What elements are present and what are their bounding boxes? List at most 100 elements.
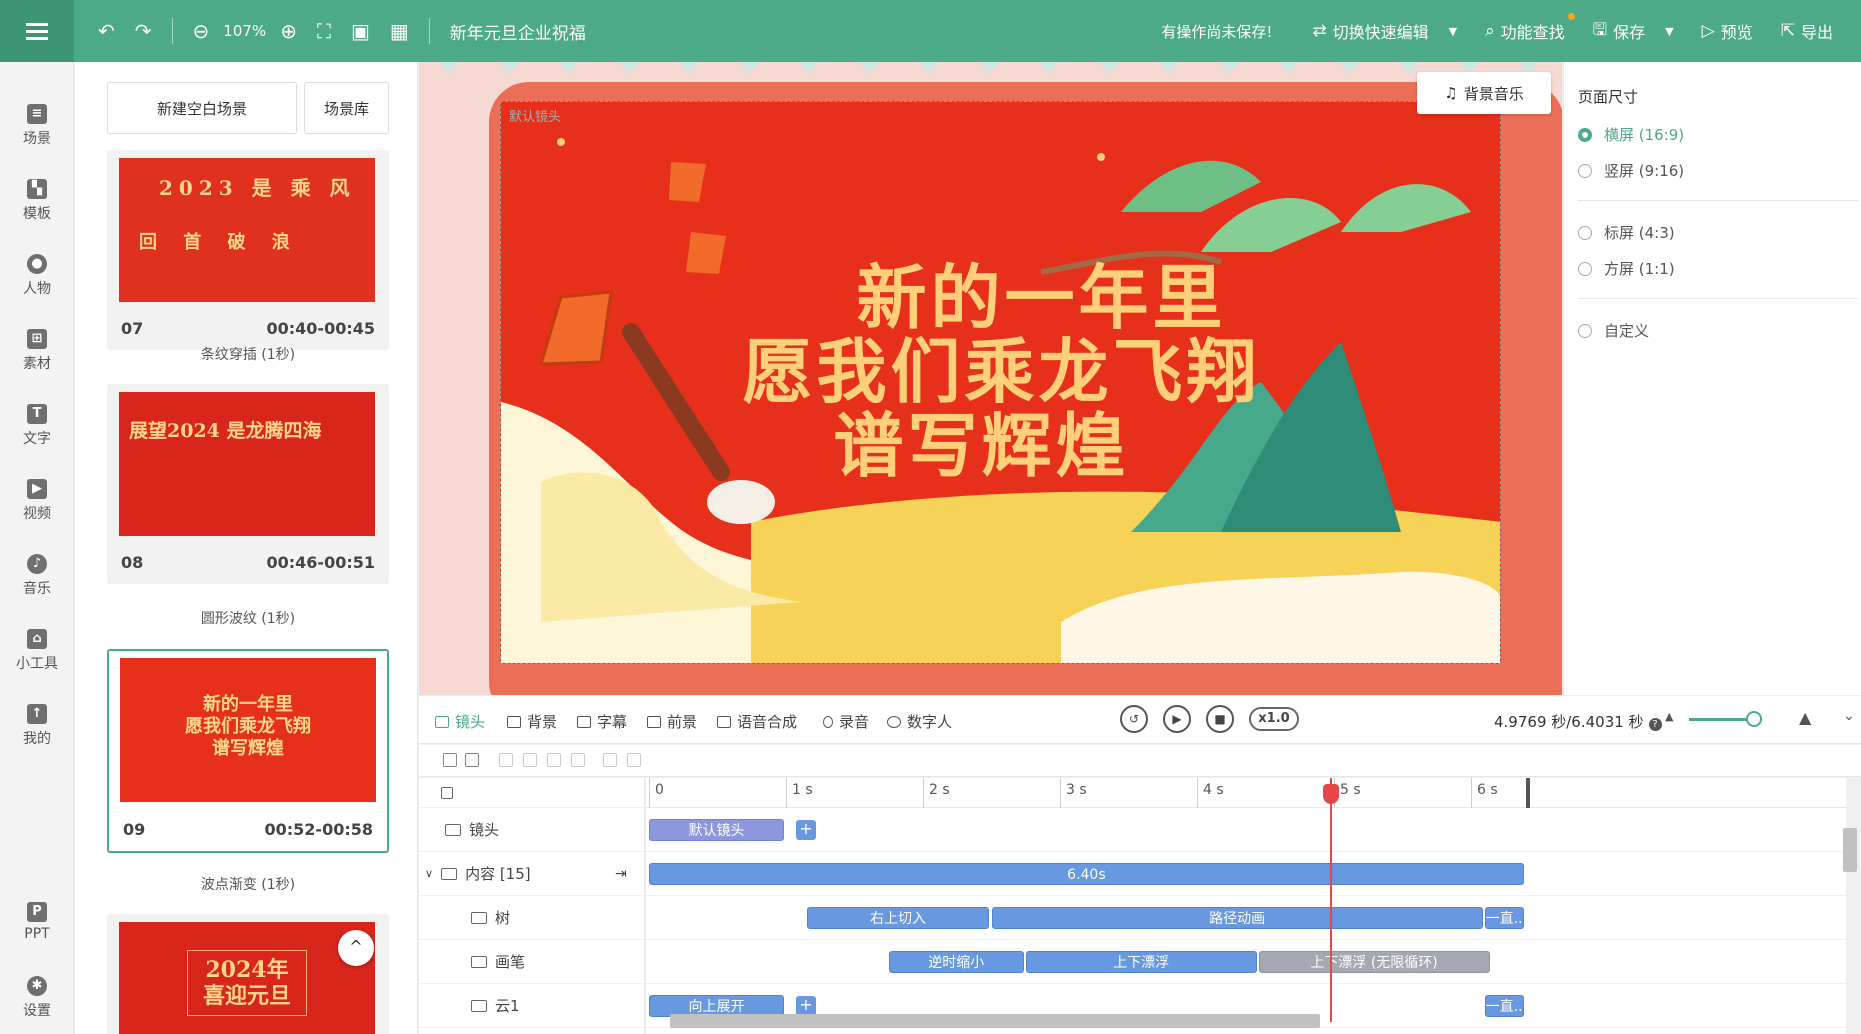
grid-icon[interactable]: ▦: [390, 21, 409, 41]
timeline-clip[interactable]: 上下漂浮: [1025, 951, 1257, 973]
option-landscape[interactable]: 横屏 (16:9): [1578, 124, 1684, 145]
sidebar-item-ppt[interactable]: P PPT: [0, 902, 74, 942]
horizontal-scrollbar[interactable]: [670, 1014, 1320, 1028]
merge-icon[interactable]: [627, 753, 641, 767]
option-custom[interactable]: 自定义: [1578, 320, 1649, 341]
scene-card-active[interactable]: 新的一年里 愿我们乘龙飞翔 谱写辉煌 09 00:52-00:58: [107, 649, 389, 853]
vertical-scrollbar[interactable]: [1843, 828, 1857, 872]
group-icon[interactable]: [465, 753, 479, 767]
scene-transition[interactable]: 波点渐变 (1秒): [107, 874, 389, 894]
video-canvas[interactable]: 默认镜头 新的一年里 愿我们乘龙飞翔 谱写辉煌: [500, 101, 1501, 664]
chevron-down-icon[interactable]: ▼: [1665, 25, 1673, 38]
sidebar-item-tools[interactable]: ⌂ 小工具: [0, 629, 74, 673]
split-icon[interactable]: [603, 753, 617, 767]
track-camera[interactable]: 镜头: [419, 808, 645, 852]
tab-tts[interactable]: 语音合成: [717, 711, 797, 732]
switch-edit-button[interactable]: ⇄ 切换快速编辑: [1312, 19, 1428, 43]
zoom-in-mountain-icon[interactable]: ▲: [1799, 708, 1811, 727]
scene-thumbnail: 2023 是 乘 风 回 首 破 浪: [119, 158, 375, 302]
layout-icon[interactable]: [441, 786, 453, 799]
redo-icon[interactable]: ↷: [135, 21, 152, 41]
track-label: 树: [495, 909, 511, 927]
timeline-clip[interactable]: 路径动画: [991, 907, 1483, 929]
zoom-out-icon[interactable]: ⊖: [193, 21, 210, 41]
help-icon[interactable]: ?: [1648, 718, 1662, 731]
chevron-down-icon[interactable]: ∨: [425, 867, 433, 880]
tab-digital-human[interactable]: 数字人: [887, 711, 952, 732]
tab-background[interactable]: 背景: [507, 711, 557, 732]
add-clip-button[interactable]: +: [796, 996, 816, 1016]
sidebar-item-text[interactable]: T 文字: [0, 404, 74, 448]
export-button[interactable]: ⇱ 导出: [1781, 19, 1833, 43]
stop-button[interactable]: ■: [1206, 705, 1234, 733]
new-blank-scene-button[interactable]: 新建空白场景: [107, 82, 297, 134]
fullscreen-icon[interactable]: ⛶: [317, 21, 331, 41]
feature-search-button[interactable]: ⌕ 功能查找: [1485, 13, 1575, 43]
sidebar-item-video[interactable]: ▶ 视频: [0, 479, 74, 523]
timeline-clip[interactable]: 上下漂浮 (无限循环): [1258, 951, 1490, 973]
save-button[interactable]: 🖫 保存: [1593, 17, 1646, 46]
main-menu-button[interactable]: [0, 0, 74, 62]
playhead-line[interactable]: [1329, 778, 1332, 1022]
upload-icon: ↑: [27, 704, 47, 724]
timeline-end-marker[interactable]: [1526, 778, 1531, 808]
timeline-clip[interactable]: 一直...: [1484, 907, 1524, 929]
timeline-clip[interactable]: 逆时缩小: [888, 951, 1024, 973]
replay-button[interactable]: ↺: [1120, 705, 1148, 733]
option-square[interactable]: 方屏 (1:1): [1578, 258, 1675, 279]
scene-transition[interactable]: 条纹穿插 (1秒): [107, 344, 389, 364]
play-button[interactable]: ▶: [1163, 705, 1191, 733]
option-standard[interactable]: 标屏 (4:3): [1578, 222, 1675, 243]
align-center-icon[interactable]: [523, 753, 537, 767]
track-brush[interactable]: 画笔: [419, 940, 645, 984]
option-portrait[interactable]: 竖屏 (9:16): [1578, 160, 1684, 181]
collapse-timeline-icon[interactable]: ⌄: [1843, 708, 1855, 724]
align-right-icon[interactable]: [547, 753, 561, 767]
sidebar-item-scene[interactable]: ≡ 场景: [0, 104, 74, 148]
track-cloud[interactable]: 云1: [419, 984, 645, 1028]
divider: [1578, 200, 1858, 201]
scene-transition[interactable]: 圆形波纹 (1秒): [107, 608, 389, 628]
zoom-in-icon[interactable]: ⊕: [280, 21, 297, 41]
align-left-icon[interactable]: [499, 753, 513, 767]
sidebar-item-settings[interactable]: ✱ 设置: [0, 976, 74, 1020]
background-music-button[interactable]: ♫ 背景音乐: [1417, 72, 1551, 114]
timeline-zoom-knob[interactable]: [1746, 711, 1762, 727]
timeline-clip[interactable]: 右上切入: [806, 907, 990, 929]
undo-icon[interactable]: ↶: [98, 21, 115, 41]
add-clip-button[interactable]: +: [796, 820, 816, 840]
tab-camera[interactable]: 镜头: [435, 711, 485, 732]
distribute-icon[interactable]: [571, 753, 585, 767]
track-tree[interactable]: 树: [419, 896, 645, 940]
sidebar-item-music[interactable]: ♪ 音乐: [0, 554, 74, 598]
timeline-clip[interactable]: 一直...: [1484, 995, 1524, 1017]
headline-line-3[interactable]: 谱写辉煌: [501, 390, 1482, 491]
scene-library-button[interactable]: 场景库: [304, 82, 389, 134]
collapse-group-icon[interactable]: ⇥: [615, 866, 627, 882]
playhead-handle[interactable]: [1322, 784, 1339, 804]
project-title[interactable]: 新年元旦企业祝福: [450, 19, 586, 44]
chevron-down-icon[interactable]: ▼: [1449, 25, 1457, 38]
timeline-clip[interactable]: 6.40s: [649, 863, 1524, 885]
scene-card[interactable]: 2023 是 乘 风 回 首 破 浪 07 00:40-00:45: [107, 150, 389, 350]
track-content[interactable]: ∨ 内容 [15] ⇥: [419, 852, 645, 896]
scroll-to-top-button[interactable]: ^: [338, 930, 374, 966]
timeline-clip[interactable]: 默认镜头: [649, 819, 784, 841]
tab-subtitle[interactable]: 字幕: [577, 711, 627, 732]
preview-button[interactable]: ▷ 预览: [1702, 19, 1753, 43]
timeline-ruler[interactable]: 0 1 s 2 s 3 s 4 s 5 s 6 s: [646, 778, 1846, 808]
sidebar-item-character[interactable]: ● 人物: [0, 254, 74, 298]
sidebar-label: 音乐: [23, 581, 51, 597]
sidebar-item-material[interactable]: ⊞ 素材: [0, 329, 74, 373]
sidebar-item-template[interactable]: ▚ 模板: [0, 179, 74, 223]
fit-screen-icon[interactable]: ▣: [351, 21, 370, 41]
sidebar-item-mine[interactable]: ↑ 我的: [0, 704, 74, 748]
timeline-zoom-track[interactable]: [1689, 718, 1753, 721]
playback-speed[interactable]: x1.0: [1249, 707, 1299, 731]
tab-record[interactable]: 录音: [823, 711, 869, 732]
zoom-out-mountain-icon[interactable]: ▲: [1665, 710, 1673, 723]
filter-icon[interactable]: [443, 753, 457, 767]
tab-foreground[interactable]: 前景: [647, 711, 697, 732]
sidebar-label: 设置: [23, 1003, 51, 1019]
scene-card[interactable]: 展望2024 是龙腾四海 08 00:46-00:51: [107, 384, 389, 584]
